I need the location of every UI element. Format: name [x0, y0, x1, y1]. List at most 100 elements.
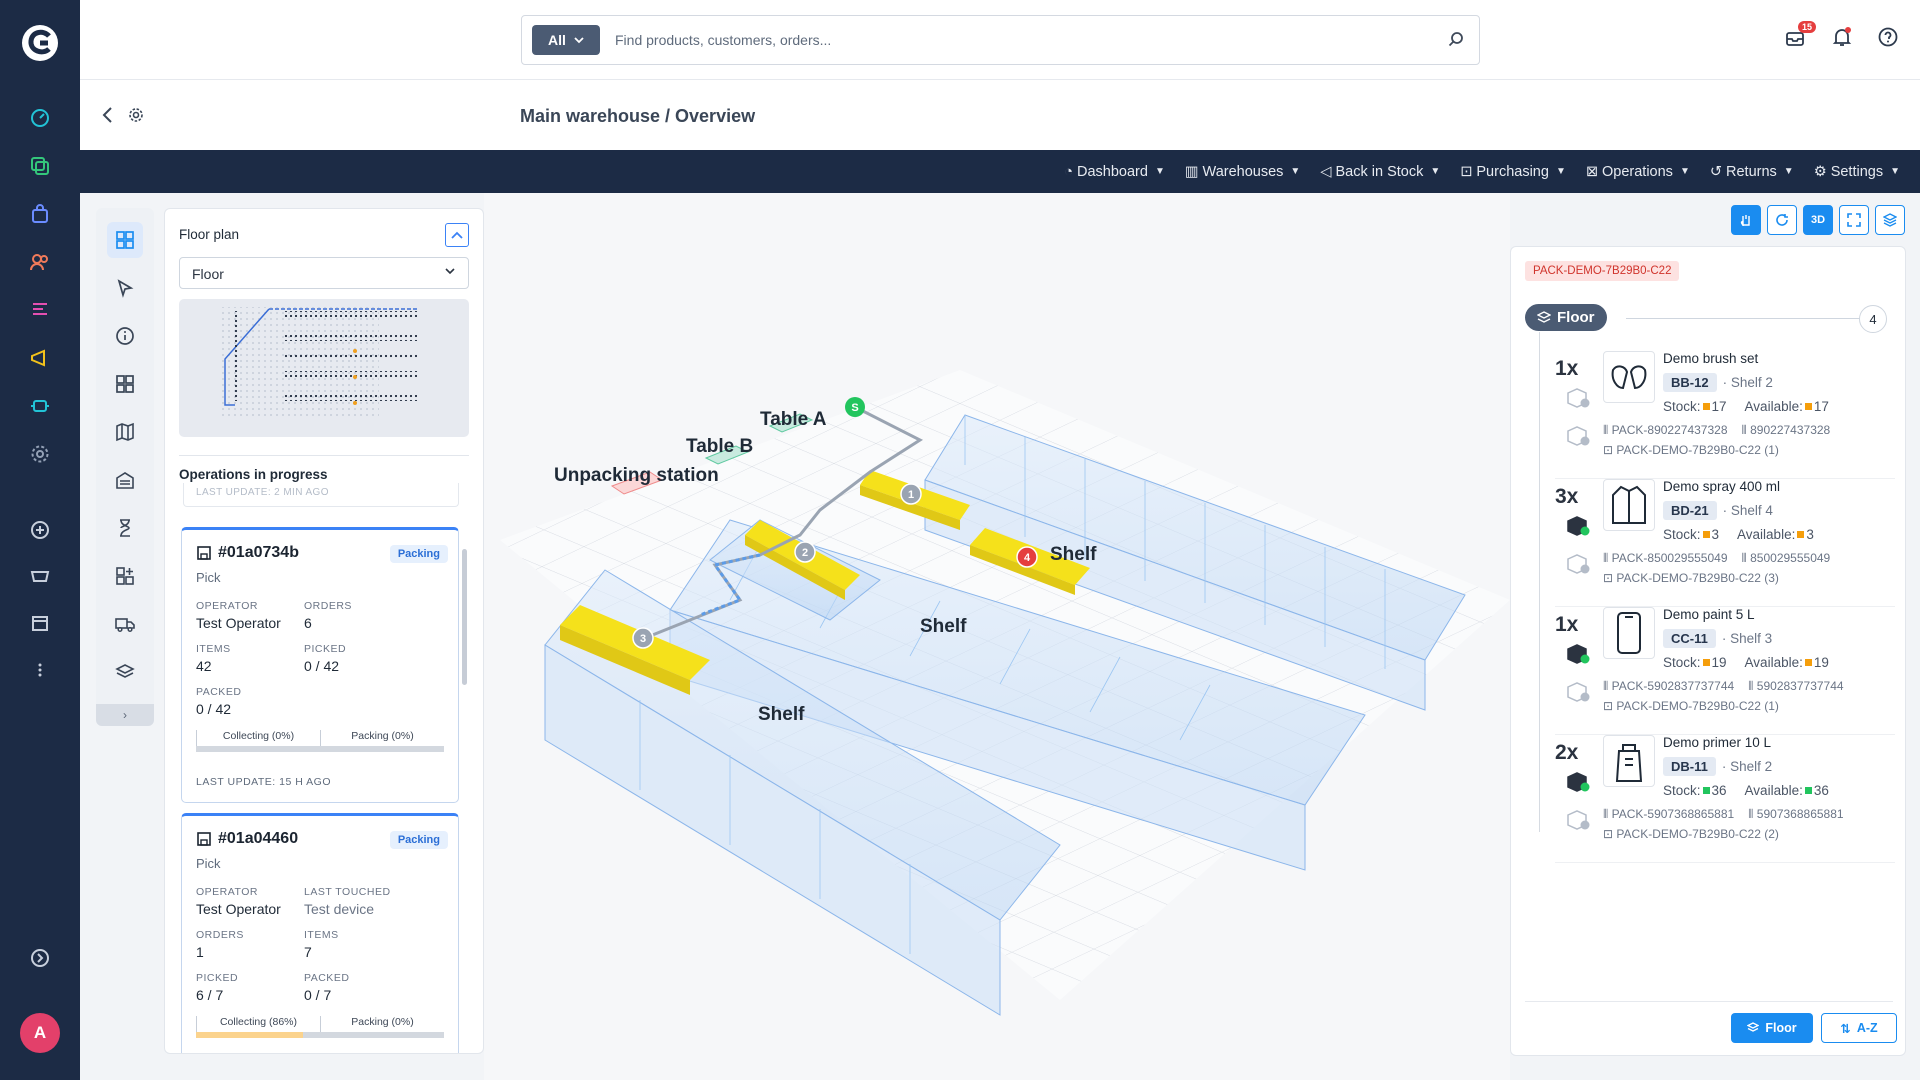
nav-back-in-stock[interactable]: ◁ Back in Stock ▼ [1320, 164, 1440, 180]
operation-card[interactable]: #01a04460 Packing Pick OPERATOR Test Oper… [181, 813, 459, 1053]
box-done-icon [1567, 516, 1590, 536]
shelf-name: · Shelf 4 [1722, 503, 1773, 518]
info-tool[interactable] [107, 318, 143, 354]
operation-progress: Collecting (0%) Packing (0%) [196, 730, 444, 752]
box-pending-icon [1567, 426, 1590, 446]
search-icon[interactable] [1447, 30, 1465, 48]
warehouse-tool[interactable] [107, 462, 143, 498]
pan-button[interactable] [1731, 205, 1761, 235]
operation-card[interactable]: #01a0734b Packing Pick OPERATOR Test Oper… [181, 527, 459, 803]
stop-marker-2[interactable]: 2 [794, 541, 816, 563]
divider [1525, 1001, 1893, 1002]
route-item[interactable]: 3x Demo spray 400 ml BD-21 · Shelf 4 Stoc… [1555, 479, 1895, 607]
global-search[interactable]: All Find products, customers, orders... [521, 15, 1480, 65]
truck-tool[interactable] [107, 606, 143, 642]
app-logo[interactable] [19, 22, 61, 64]
route-tool[interactable] [107, 270, 143, 306]
copy-icon[interactable] [26, 152, 54, 180]
pack-code: PACK-5902837737744 [1611, 679, 1735, 693]
warehouse-3d-view[interactable]: S 1 2 3 4 Table A Table B Unpacking stat… [484, 193, 1510, 1080]
collapse-panel-button[interactable] [445, 223, 469, 247]
sort-icon: ⇅ [1840, 1021, 1851, 1036]
page-settings-icon[interactable] [128, 107, 144, 123]
view-3d-button[interactable]: 3D [1803, 205, 1833, 235]
ean-code: 890227437328 [1750, 423, 1831, 437]
orders-list-icon[interactable] [26, 296, 54, 324]
customers-icon[interactable] [26, 248, 54, 276]
stop-marker-1[interactable]: 1 [900, 483, 922, 505]
ean-code: 850029555049 [1750, 551, 1831, 565]
box-pending-icon [1567, 810, 1590, 830]
nav-returns[interactable]: ↺ Returns ▼ [1710, 164, 1794, 180]
table-a-label: Table A [760, 409, 827, 430]
stop-marker-3[interactable]: 3 [632, 627, 654, 649]
gear-icon[interactable] [26, 440, 54, 468]
barcode-icon: ⦀ [1748, 679, 1754, 693]
layers-button[interactable] [1875, 205, 1905, 235]
nav-purchasing[interactable]: ⊡ Purchasing ▼ [1460, 164, 1566, 180]
help-button[interactable] [1877, 26, 1899, 53]
inbox-button[interactable]: 15 [1784, 21, 1817, 53]
nav-warehouses[interactable]: ▥ Warehouses ▼ [1185, 164, 1300, 180]
route-item[interactable]: 1x Demo paint 5 L CC-11 · Shelf 3 Stock: 1… [1555, 607, 1895, 735]
nav-settings[interactable]: ⚙ Settings ▼ [1814, 164, 1900, 180]
user-avatar[interactable]: A [20, 1013, 60, 1053]
nav-operations[interactable]: ⊠ Operations ▼ [1586, 164, 1690, 180]
expand-rail-icon[interactable] [26, 944, 54, 972]
store-icon[interactable] [26, 608, 54, 636]
operation-id-text: #01a04460 [218, 830, 299, 847]
item-location: CC-11 · Shelf 3 [1663, 629, 1772, 648]
item-location: BD-21 · Shelf 4 [1663, 501, 1773, 520]
dashboard-icon[interactable] [26, 104, 54, 132]
order-ref: PACK-DEMO-7B29B0-C22 (2) [1616, 827, 1779, 841]
operations-title: Operations in progress [179, 467, 328, 482]
field-value: 0 / 42 [304, 658, 340, 674]
save-icon [197, 546, 211, 560]
blocks-tool[interactable] [107, 366, 143, 402]
expand-toolbar-button[interactable]: › [96, 704, 154, 726]
box-pending-icon [1567, 554, 1590, 574]
sort-by-floor-button[interactable]: Floor [1731, 1013, 1813, 1043]
returns-nav-icon: ↺ [1709, 163, 1722, 180]
search-input[interactable]: Find products, customers, orders... [615, 32, 831, 48]
route-item[interactable]: 2x Demo primer 10 L DB-11 · Shelf 2 Stock… [1555, 735, 1895, 863]
last-update: LAST UPDATE: 15 H AGO [196, 776, 331, 788]
add-block-tool[interactable] [107, 558, 143, 594]
pack-code: PACK-5907368865881 [1611, 807, 1735, 821]
basket-icon[interactable] [26, 560, 54, 588]
operations-scrollbar[interactable] [462, 549, 467, 685]
hourglass-tool[interactable] [107, 510, 143, 546]
plugin-icon[interactable] [26, 392, 54, 420]
overview-tool[interactable] [107, 222, 143, 258]
zone-pill[interactable]: Floor [1525, 304, 1607, 331]
nav-label: Warehouses [1202, 163, 1284, 180]
notifications-button[interactable] [1831, 26, 1853, 53]
field-label: PICKED [304, 643, 347, 655]
package-tag[interactable]: PACK-DEMO-7B29B0-C22 [1525, 261, 1680, 281]
nav-label: Operations [1602, 163, 1673, 180]
back-arrow-icon[interactable] [100, 106, 116, 124]
floor-select[interactable]: Floor [179, 257, 469, 289]
search-scope-select[interactable]: All [532, 25, 600, 55]
floorplan-minimap[interactable] [179, 299, 469, 437]
stop-marker-4[interactable]: 4 [1016, 546, 1038, 568]
reset-view-button[interactable] [1767, 205, 1797, 235]
available-value: 17 [1813, 399, 1829, 414]
field-label: PICKED [196, 972, 239, 984]
megaphone-icon[interactable] [26, 344, 54, 372]
order-ref: PACK-DEMO-7B29B0-C22 (1) [1616, 699, 1779, 713]
route-item[interactable]: 1x Demo brush set BB-12 · Shelf 2 Stock: 1… [1555, 351, 1895, 479]
add-circle-icon[interactable] [26, 516, 54, 544]
nav-dashboard[interactable]: ◔ Dashboard ▼ [1064, 164, 1165, 180]
collecting-progress-label: Collecting (0%) [196, 730, 320, 746]
fullscreen-button[interactable] [1839, 205, 1869, 235]
phone-icon [1603, 607, 1655, 659]
more-icon[interactable] [26, 656, 54, 684]
item-stock: Stock: 19 Available: 19 [1663, 655, 1829, 670]
bag-icon[interactable] [26, 200, 54, 228]
app-rail: A [0, 0, 80, 1080]
map-tool[interactable] [107, 414, 143, 450]
layers-tool[interactable] [107, 654, 143, 690]
sort-az-button[interactable]: ⇅ A-Z [1821, 1013, 1897, 1043]
start-marker[interactable]: S [845, 397, 865, 417]
